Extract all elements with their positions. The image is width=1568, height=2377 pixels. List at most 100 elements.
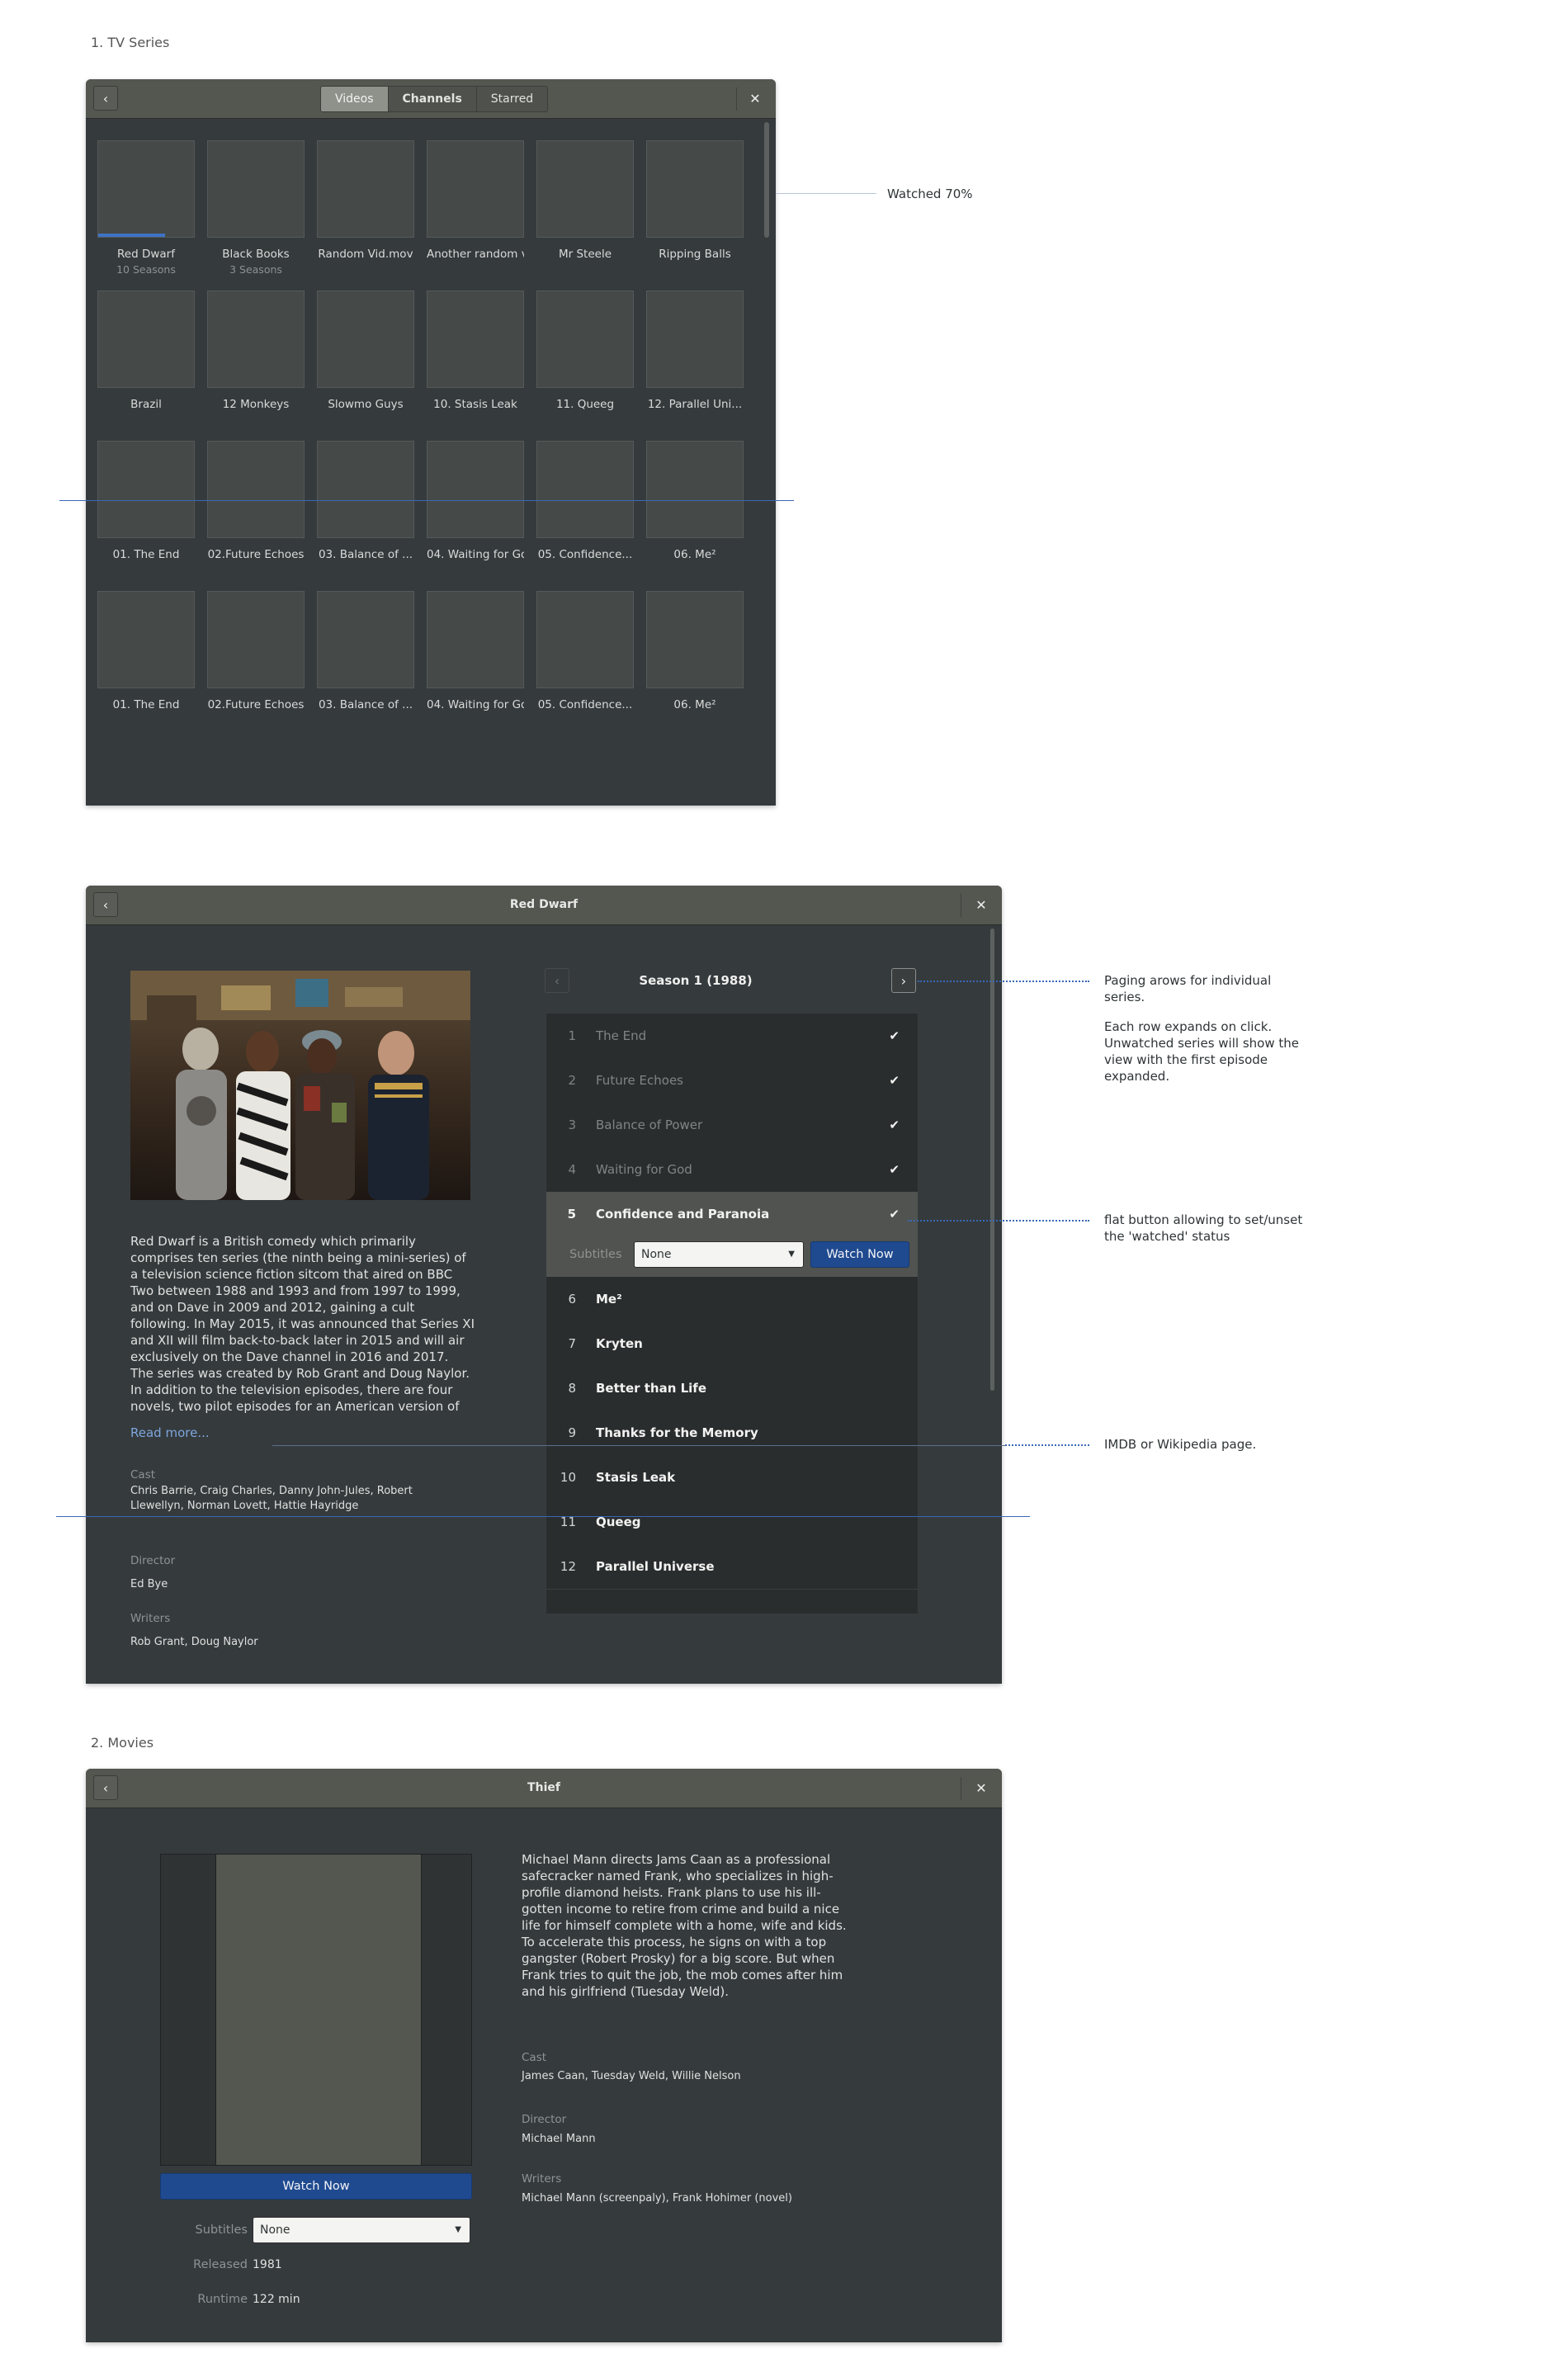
close-button[interactable]: ✕ bbox=[969, 1775, 994, 1800]
video-title: Mr Steele bbox=[558, 248, 612, 261]
header-bar: ‹ Thief ✕ bbox=[86, 1769, 1002, 1808]
video-thumbnail bbox=[646, 441, 744, 538]
episode-title: Queeg bbox=[596, 1515, 641, 1529]
video-tile[interactable]: 04. Waiting for God bbox=[427, 441, 524, 561]
video-title: 04. Waiting for God bbox=[427, 698, 524, 711]
section-title-movies: 2. Movies bbox=[91, 1735, 154, 1751]
video-title: 04. Waiting for God bbox=[427, 548, 524, 561]
runtime-label: Runtime bbox=[197, 2293, 248, 2306]
close-button[interactable]: ✕ bbox=[969, 892, 994, 917]
episode-number: 12 bbox=[560, 1559, 576, 1574]
video-title: Ripping Balls bbox=[659, 248, 731, 261]
video-tile[interactable]: 01. The End bbox=[97, 591, 195, 711]
video-tile[interactable]: 02.Future Echoes bbox=[207, 591, 305, 711]
episode-title: The End bbox=[596, 1028, 647, 1043]
video-thumbnail bbox=[427, 591, 524, 688]
episode-row[interactable]: 12 Parallel Universe bbox=[546, 1544, 918, 1590]
tab-starred[interactable]: Starred bbox=[476, 87, 548, 111]
episode-title: Stasis Leak bbox=[596, 1470, 676, 1485]
episode-row[interactable]: 8 Better than Life bbox=[546, 1366, 918, 1411]
video-title: Red Dwarf bbox=[117, 248, 175, 261]
previous-season-button[interactable]: ‹ bbox=[545, 968, 569, 993]
movie-poster-image bbox=[215, 1855, 422, 2165]
scrollbar[interactable] bbox=[990, 929, 994, 1391]
watched-check-icon[interactable]: ✔ bbox=[889, 1147, 900, 1192]
watched-check-icon[interactable]: ✔ bbox=[889, 1192, 900, 1236]
back-button[interactable]: ‹ bbox=[93, 86, 118, 111]
video-tile[interactable]: 06. Me² bbox=[646, 591, 744, 711]
episode-row[interactable]: 5 Confidence and Paranoia ✔ Subtitles None ▼ W… bbox=[546, 1192, 918, 1278]
episode-row[interactable]: 9 Thanks for the Memory bbox=[546, 1411, 918, 1456]
video-tile[interactable]: 10. Stasis Leak bbox=[427, 291, 524, 411]
episode-number: 1 bbox=[568, 1028, 576, 1043]
video-tile[interactable]: 01. The End bbox=[97, 441, 195, 561]
video-tile[interactable]: Black Books 3 Seasons bbox=[207, 140, 305, 276]
video-tile[interactable]: 11. Queeg bbox=[536, 291, 634, 411]
episode-list: 1 The End ✔ 2 Future Echoes ✔ 3 Balance of Powe… bbox=[546, 1014, 918, 1614]
video-tile[interactable]: 12 Monkeys bbox=[207, 291, 305, 411]
watched-check-icon[interactable]: ✔ bbox=[889, 1014, 900, 1058]
video-title: 10. Stasis Leak bbox=[433, 398, 517, 411]
video-thumbnail bbox=[207, 140, 305, 238]
released-value: 1981 bbox=[253, 2258, 282, 2271]
video-tile[interactable]: Brazil bbox=[97, 291, 195, 411]
video-tile[interactable]: Ripping Balls bbox=[646, 140, 744, 261]
episode-row[interactable]: 4 Waiting for God ✔ bbox=[546, 1147, 918, 1193]
tab-videos[interactable]: Videos bbox=[321, 87, 389, 111]
video-tile[interactable]: 02.Future Echoes bbox=[207, 441, 305, 561]
video-thumbnail bbox=[536, 441, 634, 538]
watched-check-icon[interactable]: ✔ bbox=[889, 1103, 900, 1147]
episode-title: Waiting for God bbox=[596, 1162, 692, 1177]
subtitles-dropdown[interactable]: None ▼ bbox=[253, 2217, 470, 2243]
movie-poster-frame bbox=[160, 1854, 472, 2166]
video-tile[interactable]: 06. Me² bbox=[646, 441, 744, 561]
episode-row[interactable]: 1 The End ✔ bbox=[546, 1014, 918, 1059]
window-title: Red Dwarf bbox=[509, 898, 579, 911]
read-more-link[interactable]: Read more... bbox=[130, 1425, 210, 1440]
video-thumbnail bbox=[646, 591, 744, 688]
episode-number: 10 bbox=[560, 1470, 576, 1485]
season-title: Season 1 (1988) bbox=[639, 973, 753, 988]
scrollbar[interactable] bbox=[764, 122, 769, 238]
episode-row[interactable]: 3 Balance of Power ✔ bbox=[546, 1103, 918, 1148]
video-tile[interactable]: Random Vid.mov bbox=[317, 140, 414, 261]
episode-row[interactable]: 10 Stasis Leak bbox=[546, 1455, 918, 1500]
video-tile[interactable]: 05. Confidence... bbox=[536, 591, 634, 711]
watched-check-icon[interactable]: ✔ bbox=[889, 1058, 900, 1103]
next-season-button[interactable]: › bbox=[891, 968, 916, 993]
video-tile[interactable]: 05. Confidence... bbox=[536, 441, 634, 561]
video-thumbnail bbox=[97, 291, 195, 388]
section-title-tv-series: 1. TV Series bbox=[91, 35, 170, 50]
watch-now-button[interactable]: Watch Now bbox=[160, 2173, 472, 2200]
episode-title: Better than Life bbox=[596, 1381, 707, 1396]
close-button[interactable]: ✕ bbox=[743, 86, 767, 111]
video-tile[interactable]: Red Dwarf 10 Seasons bbox=[97, 140, 195, 276]
video-tile[interactable]: Slowmo Guys bbox=[317, 291, 414, 411]
episode-row[interactable]: 11 Queeg bbox=[546, 1500, 918, 1545]
episode-row[interactable]: 7 Kryten bbox=[546, 1321, 918, 1367]
episode-row[interactable]: 6 Me² bbox=[546, 1277, 918, 1322]
video-tile[interactable]: 03. Balance of ... bbox=[317, 441, 414, 561]
episode-title: Kryten bbox=[596, 1336, 643, 1351]
video-tile[interactable]: 03. Balance of ... bbox=[317, 591, 414, 711]
video-tile[interactable]: Another random vid bbox=[427, 140, 524, 261]
tab-channels[interactable]: Channels bbox=[388, 87, 477, 111]
episode-title: Future Echoes bbox=[596, 1073, 683, 1088]
video-title: 02.Future Echoes bbox=[207, 698, 305, 711]
watch-now-button[interactable]: Watch Now bbox=[810, 1241, 909, 1268]
video-thumbnail bbox=[317, 140, 414, 238]
video-title: 05. Confidence... bbox=[537, 548, 633, 561]
cast-label: Cast bbox=[130, 1468, 156, 1481]
caret-down-icon: ▼ bbox=[788, 1250, 795, 1259]
director-label: Director bbox=[522, 2113, 567, 2126]
video-title: Black Books bbox=[222, 248, 290, 261]
video-thumbnail bbox=[207, 591, 305, 688]
video-tile[interactable]: 12. Parallel Uni... bbox=[646, 291, 744, 411]
chevron-left-icon: ‹ bbox=[102, 90, 109, 106]
episode-row[interactable]: 2 Future Echoes ✔ bbox=[546, 1058, 918, 1103]
video-tile[interactable]: 04. Waiting for God bbox=[427, 591, 524, 711]
subtitles-dropdown[interactable]: None ▼ bbox=[634, 1241, 804, 1268]
video-tile[interactable]: Mr Steele bbox=[536, 140, 634, 261]
video-title: 02.Future Echoes bbox=[207, 548, 305, 561]
episode-number: 4 bbox=[568, 1162, 576, 1177]
